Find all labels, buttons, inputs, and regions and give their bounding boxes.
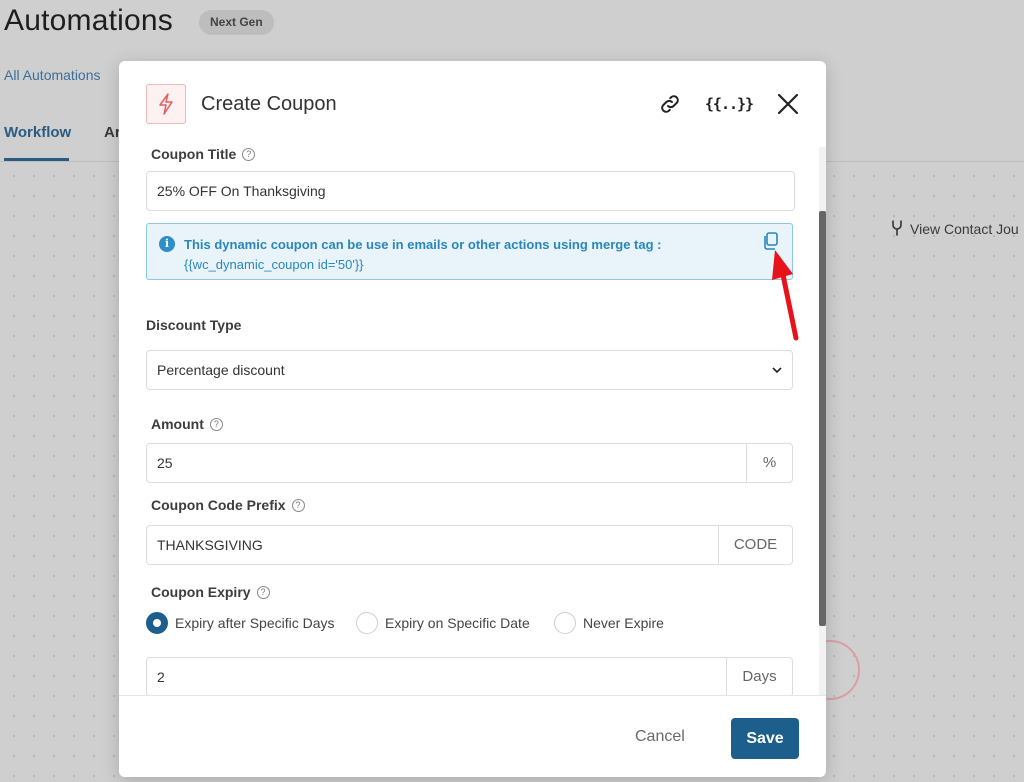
amount-suffix: % bbox=[746, 444, 792, 482]
radio-expiry-specific-days[interactable]: Expiry after Specific Days bbox=[146, 612, 335, 634]
coupon-prefix-input[interactable]: THANKSGIVING CODE bbox=[146, 525, 793, 565]
help-icon[interactable]: ? bbox=[291, 499, 305, 512]
radio-label: Expiry after Specific Days bbox=[175, 615, 335, 631]
coupon-expiry-label: Coupon Expiry? bbox=[151, 584, 270, 600]
next-gen-badge: Next Gen bbox=[199, 10, 274, 35]
page-title: Automations bbox=[4, 4, 173, 37]
view-contact-journey-link[interactable]: View Contact Jou bbox=[890, 220, 1019, 237]
radio-label: Never Expire bbox=[583, 615, 664, 631]
bolt-icon bbox=[146, 84, 186, 124]
modal-title: Create Coupon bbox=[201, 93, 337, 115]
coupon-title-input[interactable]: 25% OFF On Thanksgiving bbox=[146, 171, 795, 211]
expiry-days-value: 2 bbox=[157, 669, 165, 685]
annotation-arrow bbox=[772, 250, 799, 341]
cancel-button[interactable]: Cancel bbox=[635, 728, 685, 746]
modal-header: Create Coupon {{..}} bbox=[119, 61, 826, 147]
chevron-down-icon bbox=[772, 367, 782, 374]
save-button[interactable]: Save bbox=[731, 718, 799, 759]
amount-label: Amount? bbox=[151, 416, 223, 432]
link-icon[interactable] bbox=[655, 91, 685, 117]
help-icon[interactable]: ? bbox=[242, 148, 256, 161]
merge-tag-icon[interactable]: {{..}} bbox=[705, 91, 754, 117]
coupon-prefix-suffix: CODE bbox=[718, 526, 792, 564]
radio-label: Expiry on Specific Date bbox=[385, 615, 530, 631]
coupon-title-label: Coupon Title? bbox=[151, 147, 256, 162]
modal-footer: Cancel Save bbox=[119, 695, 826, 777]
branch-icon bbox=[892, 220, 902, 236]
info-line-1: This dynamic coupon can be use in emails… bbox=[184, 237, 662, 252]
discount-type-label: Discount Type bbox=[146, 317, 242, 333]
active-tab-indicator bbox=[4, 158, 69, 161]
radio-never-expire[interactable]: Never Expire bbox=[554, 612, 664, 634]
amount-input[interactable]: 25 % bbox=[146, 443, 793, 483]
scrollbar-thumb[interactable] bbox=[819, 211, 826, 626]
merge-tag-info-box: i This dynamic coupon can be use in emai… bbox=[146, 223, 793, 280]
help-icon[interactable]: ? bbox=[209, 418, 223, 431]
merge-tag-glyph: {{..}} bbox=[704, 95, 754, 113]
radio-expiry-specific-date[interactable]: Expiry on Specific Date bbox=[356, 612, 530, 634]
amount-value: 25 bbox=[157, 455, 173, 471]
coupon-prefix-value: THANKSGIVING bbox=[157, 537, 263, 553]
help-icon[interactable]: ? bbox=[256, 586, 270, 599]
expiry-days-suffix: Days bbox=[726, 658, 792, 695]
create-coupon-modal: Create Coupon {{..}} Coupon Title? 25% O… bbox=[119, 61, 826, 777]
discount-type-select[interactable]: Percentage discount bbox=[146, 350, 793, 390]
tab-workflow[interactable]: Workflow bbox=[4, 124, 71, 141]
info-icon: i bbox=[159, 236, 175, 252]
modal-body[interactable]: Coupon Title? 25% OFF On Thanksgiving i … bbox=[119, 147, 826, 695]
merge-tag-value: {{wc_dynamic_coupon id='50'}} bbox=[184, 257, 364, 272]
breadcrumb-all-automations[interactable]: All Automations bbox=[4, 67, 101, 83]
coupon-prefix-label: Coupon Code Prefix? bbox=[151, 497, 305, 513]
expiry-days-input[interactable]: 2 Days bbox=[146, 657, 793, 695]
discount-type-value: Percentage discount bbox=[157, 362, 285, 378]
view-contact-label: View Contact Jou bbox=[910, 221, 1019, 237]
info-text: This dynamic coupon can be use in emails… bbox=[184, 235, 662, 275]
close-icon[interactable] bbox=[774, 91, 802, 117]
